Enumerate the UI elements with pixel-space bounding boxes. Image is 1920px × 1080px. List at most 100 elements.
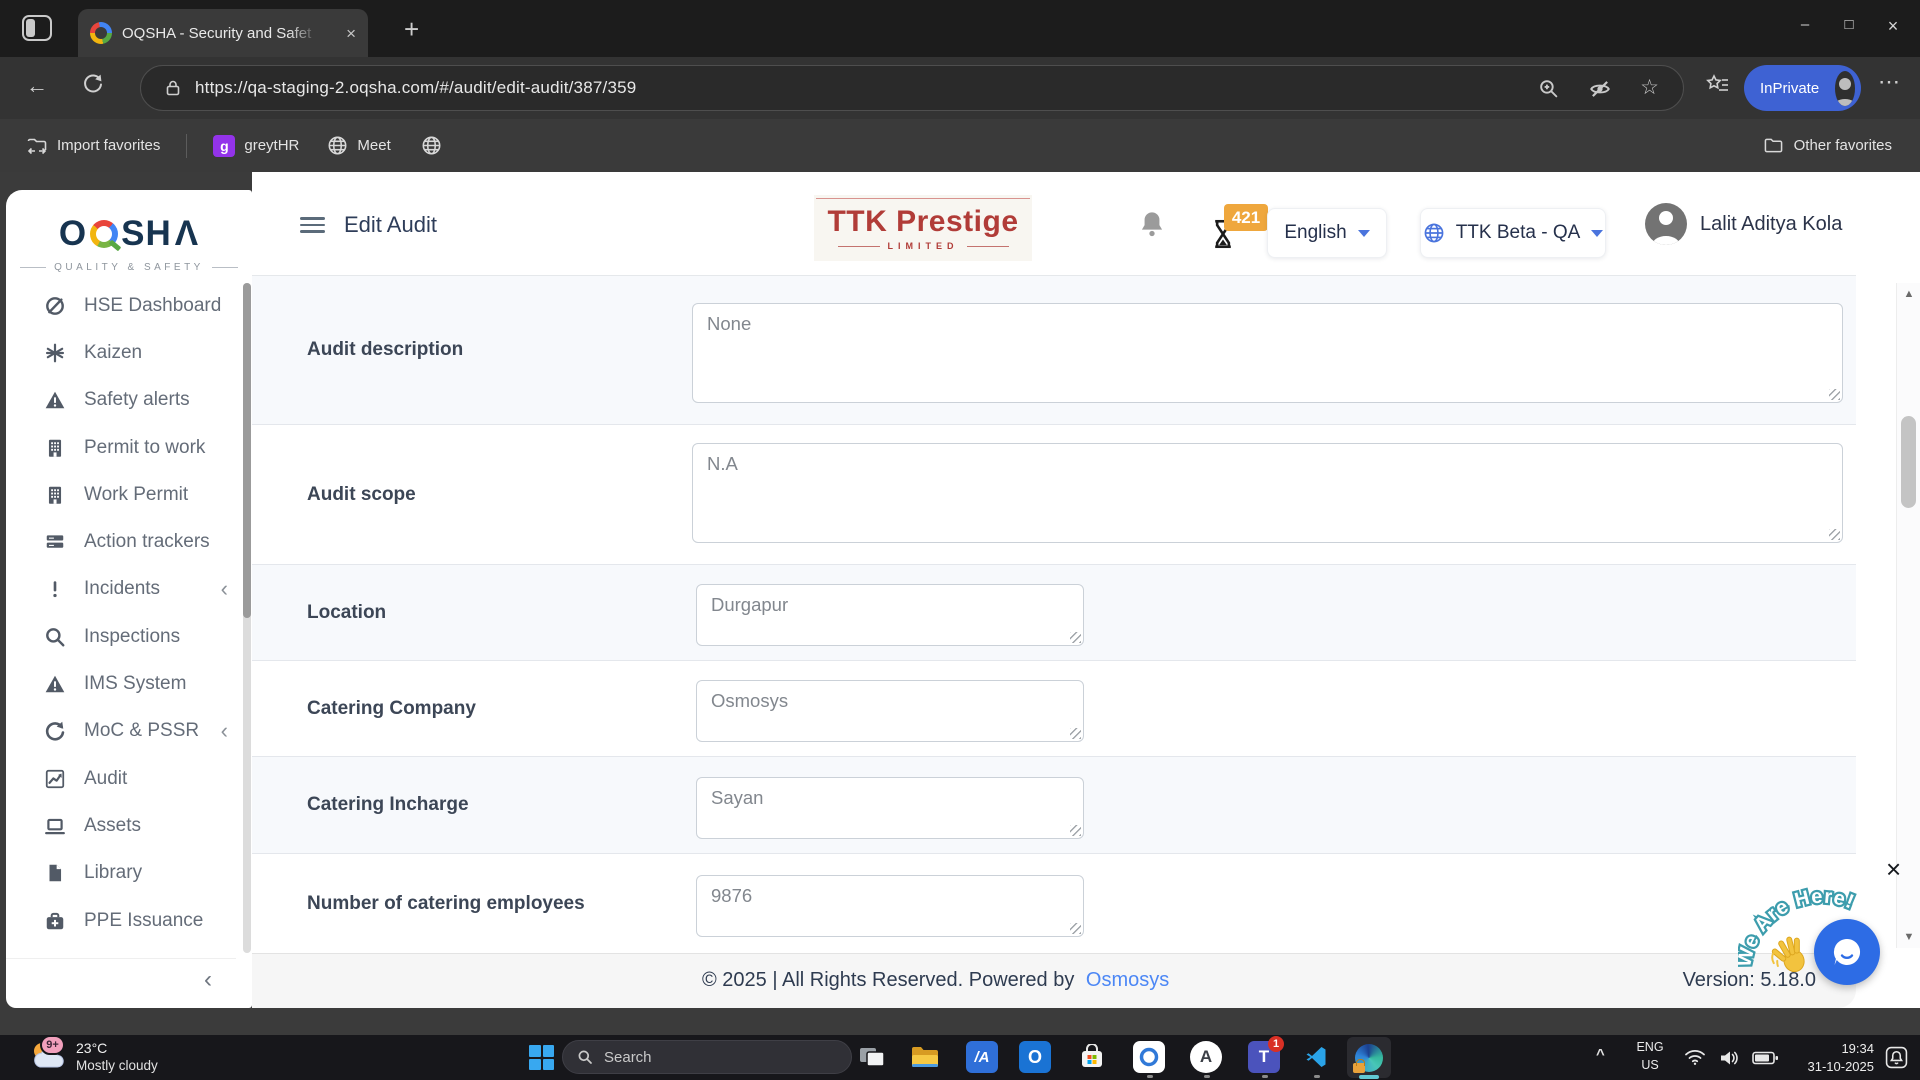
window-minimize-button[interactable]: – — [1790, 16, 1820, 33]
chat-bubble-icon — [1829, 934, 1865, 970]
wifi-icon[interactable] — [1684, 1049, 1706, 1066]
sidebar-item-moc-pssr[interactable]: MoC & PSSR ‹ — [6, 708, 236, 755]
chat-widget-button[interactable] — [1814, 919, 1880, 985]
favorite-meet[interactable]: Meet — [327, 135, 390, 156]
sidebar-item-action-trackers[interactable]: Action trackers — [6, 518, 236, 565]
favorite-greythr[interactable]: g greytHR — [213, 135, 299, 157]
catering-incharge-field[interactable]: Sayan — [696, 777, 1084, 839]
audit-scope-field[interactable]: N.A — [692, 443, 1843, 543]
sidebar: O SH Λ QUALITY & SAFETY HSE Dashboard Ka… — [6, 190, 252, 1008]
tab-close-icon[interactable]: × — [346, 25, 356, 42]
back-button[interactable]: ← — [26, 73, 48, 99]
weather-text[interactable]: 23°C Mostly cloudy — [76, 1039, 158, 1075]
profile-avatar[interactable] — [1835, 71, 1855, 106]
address-bar[interactable]: https://qa-staging-2.oqsha.com/#/audit/e… — [140, 65, 1684, 111]
user-avatar[interactable] — [1645, 203, 1687, 245]
form-row-audit-scope: Audit scope N.A — [252, 425, 1856, 565]
inprivate-badge[interactable]: InPrivate — [1744, 65, 1861, 111]
oqsha-logo: O SH Λ — [6, 214, 252, 254]
copyright-label: © 2025 | All Rights Reserved. Powered by — [702, 969, 1074, 991]
field-label: Catering Company — [307, 698, 476, 720]
search-placeholder: Search — [604, 1049, 652, 1066]
chevron-left-icon[interactable]: ‹ — [221, 720, 228, 742]
hamburger-menu-icon[interactable] — [300, 217, 325, 233]
sidebar-item-library[interactable]: Library — [6, 850, 236, 897]
favorite-unnamed[interactable] — [421, 135, 442, 156]
other-favorites-button[interactable]: Other favorites — [1763, 119, 1892, 172]
sidebar-item-hse-dashboard[interactable]: HSE Dashboard — [6, 282, 236, 329]
zoom-in-icon[interactable] — [1538, 78, 1559, 99]
sidebar-item-incidents[interactable]: Incidents ‹ — [6, 566, 236, 613]
import-favorites-button[interactable]: Import favorites — [26, 136, 160, 156]
sidebar-item-permit-to-work[interactable]: Permit to work — [6, 424, 236, 471]
taskbar-search[interactable]: Search — [562, 1040, 852, 1074]
notification-center-icon[interactable] — [1885, 1046, 1908, 1069]
osmosys-link[interactable]: Osmosys — [1086, 969, 1169, 991]
notification-bell-icon[interactable] — [1138, 209, 1166, 239]
weather-temperature: 23°C — [76, 1039, 158, 1057]
favorites-list-icon[interactable] — [1706, 74, 1730, 96]
page-scrollbar-thumb[interactable] — [1901, 416, 1916, 508]
scroll-up-icon[interactable]: ▲ — [1897, 288, 1920, 300]
catering-company-field[interactable]: Osmosys — [696, 680, 1084, 742]
folder-import-icon — [26, 136, 48, 156]
audit-description-field[interactable]: None — [692, 303, 1843, 403]
sidebar-item-audit[interactable]: Audit — [6, 755, 236, 802]
favorite-star-icon[interactable]: ☆ — [1640, 75, 1659, 100]
language-dropdown[interactable]: English — [1267, 208, 1387, 258]
window-close-button[interactable]: × — [1878, 16, 1908, 37]
catering-employees-field[interactable]: 9876 — [696, 875, 1084, 937]
sidebar-item-assets[interactable]: Assets — [6, 802, 236, 849]
language-tray-button[interactable]: ENG US — [1628, 1039, 1672, 1074]
globe-icon — [327, 135, 348, 156]
ring-app-icon[interactable] — [1133, 1041, 1165, 1073]
volume-icon[interactable] — [1718, 1049, 1740, 1067]
location-field[interactable]: Durgapur — [696, 584, 1084, 646]
sidebar-item-ims-system[interactable]: IMS System — [6, 660, 236, 707]
chevron-down-icon — [1358, 230, 1370, 237]
first-aid-kit-icon — [44, 910, 66, 932]
sidebar-collapse-button[interactable]: ‹ — [6, 958, 236, 1000]
scroll-down-icon[interactable]: ▼ — [1897, 931, 1920, 943]
globe-icon — [1423, 222, 1445, 244]
compass-app-icon[interactable]: A — [1190, 1041, 1222, 1073]
vscode-icon[interactable] — [1300, 1041, 1332, 1073]
field-label: Audit scope — [307, 484, 416, 506]
sidebar-item-work-permit[interactable]: Work Permit — [6, 471, 236, 518]
building-icon — [44, 437, 66, 459]
url-text[interactable]: https://qa-staging-2.oqsha.com/#/audit/e… — [195, 78, 636, 98]
sidebar-scrollbar[interactable] — [243, 283, 251, 953]
language-label: English — [1284, 222, 1346, 244]
browser-tab[interactable]: OQSHA - Security and Safet × — [78, 9, 368, 57]
sidebar-item-safety-alerts[interactable]: Safety alerts — [6, 377, 236, 424]
battery-icon[interactable] — [1752, 1051, 1779, 1065]
form-row-audit-description: Audit description None — [252, 276, 1856, 425]
new-tab-button[interactable]: + — [404, 14, 419, 45]
import-favorites-label: Import favorites — [57, 137, 160, 154]
sidebar-item-label: Permit to work — [84, 437, 205, 459]
windows-start-button[interactable] — [529, 1045, 554, 1070]
window-maximize-button[interactable]: □ — [1834, 16, 1864, 33]
hidden-icons-chevron[interactable]: ^ — [1596, 1046, 1605, 1063]
tenant-dropdown[interactable]: TTK Beta - QA — [1420, 208, 1606, 258]
microsoft-store-icon[interactable] — [1076, 1041, 1108, 1073]
refresh-button[interactable] — [82, 72, 104, 94]
edge-browser-icon[interactable] — [1347, 1037, 1391, 1078]
chevron-left-icon[interactable]: ‹ — [221, 578, 228, 600]
app-a-icon[interactable]: /A — [966, 1041, 998, 1073]
sidebar-item-label: HSE Dashboard — [84, 295, 221, 317]
outlook-icon[interactable]: O — [1019, 1041, 1051, 1073]
sidebar-item-kaizen[interactable]: Kaizen — [6, 329, 236, 376]
tracking-prevention-eye-icon[interactable] — [1589, 78, 1611, 100]
tab-title: OQSHA - Security and Safet — [122, 25, 318, 42]
settings-menu-icon[interactable]: ⋯ — [1878, 69, 1901, 95]
tab-actions-icon[interactable] — [22, 15, 52, 41]
form-row-catering-incharge: Catering Incharge Sayan — [252, 757, 1856, 854]
page-scrollbar[interactable]: ▲ ▼ — [1896, 283, 1920, 948]
sidebar-scrollbar-thumb[interactable] — [243, 283, 251, 618]
sidebar-item-inspections[interactable]: Inspections — [6, 613, 236, 660]
file-explorer-icon[interactable] — [909, 1041, 941, 1073]
taskbar-clock[interactable]: 19:34 31-10-2025 — [1808, 1040, 1875, 1075]
task-view-icon[interactable] — [856, 1041, 888, 1073]
sidebar-item-ppe-issuance[interactable]: PPE Issuance — [6, 897, 236, 944]
